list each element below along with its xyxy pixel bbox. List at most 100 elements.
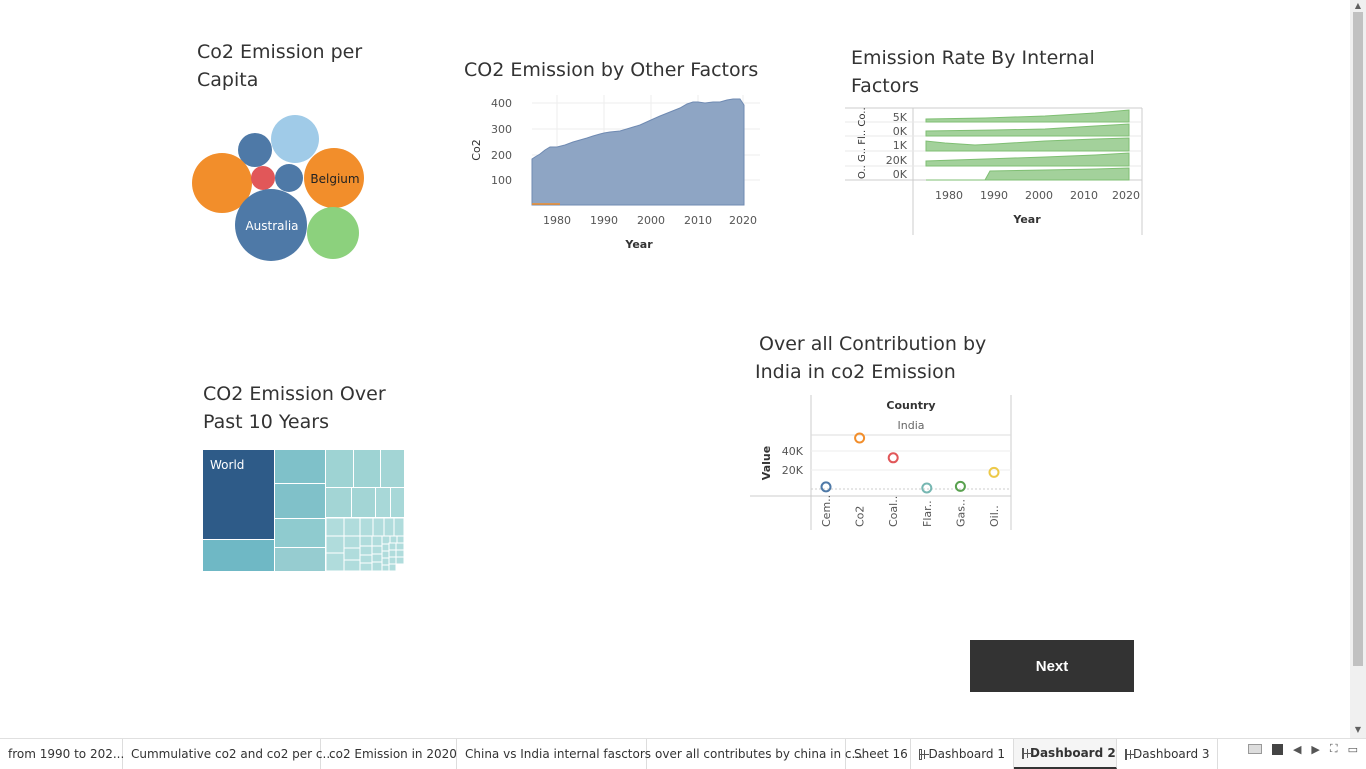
- tab-china-india[interactable]: China vs India internal fasctors: [457, 739, 651, 769]
- treemap-cell: [395, 542, 404, 551]
- treemap-cell: [388, 563, 397, 571]
- past10-treemap[interactable]: World: [203, 450, 404, 571]
- category-label: Coal..: [887, 496, 900, 527]
- sheet-tab-bar: from 1990 to 202... Cummulative co2 and …: [0, 738, 1366, 769]
- tab-dashboard-1[interactable]: Dashboard 1: [911, 739, 1014, 769]
- tab-sheet-16[interactable]: Sheet 16: [846, 739, 911, 769]
- tab-view-icon[interactable]: [1271, 743, 1283, 755]
- bubble: [251, 166, 275, 190]
- per-capita-bubble-chart[interactable]: Belgium Australia: [190, 110, 370, 270]
- treemap-cell: [395, 556, 404, 565]
- treemap-cell: [275, 519, 325, 547]
- treemap-label-world: World: [210, 458, 244, 472]
- other-factors-area-chart[interactable]: 400 300 200 100 Co2 1980 1990 2000 2010 …: [465, 90, 765, 260]
- treemap-cell: [352, 488, 375, 517]
- treemap-cell: [343, 535, 361, 549]
- tab-label: from 1990 to 202...: [8, 747, 125, 761]
- category-label: Oil..: [988, 505, 1001, 527]
- y-tick: 300: [491, 123, 512, 136]
- filmstrip-icon[interactable]: [1247, 744, 1262, 754]
- tab-sheet-1990-2020[interactable]: from 1990 to 202...: [0, 739, 125, 769]
- data-point[interactable]: [820, 481, 832, 493]
- per-capita-title: Co2 Emission per Capita: [197, 41, 363, 91]
- area-row: [925, 123, 1130, 137]
- y-tick: 200: [491, 149, 512, 162]
- tab-dashboard-3[interactable]: Dashboard 3: [1117, 739, 1218, 769]
- category-label: Gas..: [954, 499, 967, 527]
- bubble: [271, 115, 319, 163]
- next-tab-icon[interactable]: ▶: [1311, 743, 1319, 756]
- vertical-scrollbar[interactable]: ▲ ▼: [1350, 0, 1366, 738]
- row-label: 5K: [893, 111, 908, 124]
- treemap-cell: [371, 535, 383, 547]
- treemap-cell: [326, 450, 353, 487]
- row-header-label: O.. G.. Fl.. Co.. Ce..: [857, 105, 868, 179]
- data-point[interactable]: [988, 466, 1000, 478]
- internal-factors-chart[interactable]: 5K 0K 1K 20K 0K O.. G.. Fl.. Co.. Ce.. 1…: [845, 105, 1150, 240]
- scrollbar-thumb[interactable]: [1353, 12, 1363, 666]
- treemap-cell: [372, 517, 385, 537]
- tab-contributes-china[interactable]: over all contributes by china in c...: [647, 739, 863, 769]
- data-point[interactable]: [954, 480, 966, 492]
- area-row: [925, 109, 1130, 123]
- presentation-icon[interactable]: ▭: [1348, 743, 1358, 756]
- treemap-cell: [381, 550, 390, 559]
- tab-label: Dashboard 3: [1133, 747, 1210, 761]
- tab-label: Dashboard 2: [1030, 746, 1116, 760]
- x-tick: 2000: [637, 214, 665, 227]
- x-axis-label: Year: [1012, 213, 1041, 226]
- row-label: 1K: [893, 139, 908, 152]
- next-button[interactable]: Next: [970, 640, 1134, 692]
- area-row: [926, 167, 1130, 181]
- tab-cummulative[interactable]: Cummulative co2 and co2 per c...: [123, 739, 334, 769]
- x-tick: 2020: [729, 214, 757, 227]
- category-label: Co2: [854, 506, 867, 527]
- treemap-cell: [371, 545, 383, 555]
- tab-label: China vs India internal fasctors: [465, 747, 652, 761]
- tab-co2-2020[interactable]: co2 Emission in 2020: [321, 739, 457, 769]
- treemap-cell: [275, 450, 325, 483]
- india-contribution-chart[interactable]: Country India Value 40K 20K Cem.. Co2 Coal…: [750, 393, 1015, 533]
- india-title: Over all Contribution by India in co2 Em…: [755, 333, 987, 383]
- treemap-cell: [376, 488, 390, 517]
- tab-label: Cummulative co2 and co2 per c...: [131, 747, 334, 761]
- area-row: [925, 137, 1130, 152]
- treemap-cell: [203, 540, 274, 571]
- treemap-cell: [389, 535, 398, 544]
- data-point[interactable]: [921, 482, 933, 494]
- tab-label: co2 Emission in 2020: [329, 747, 457, 761]
- treemap-cell: [395, 549, 404, 558]
- x-tick: 2010: [684, 214, 712, 227]
- tab-dashboard-2[interactable]: Dashboard 2: [1014, 739, 1117, 769]
- dashboard-icon: [919, 748, 931, 760]
- other-factors-title: CO2 Emission by Other Factors: [464, 59, 759, 81]
- treemap-cell: [343, 547, 361, 561]
- prev-tab-icon[interactable]: ◀: [1293, 743, 1301, 756]
- scroll-down-arrow-icon[interactable]: ▼: [1350, 724, 1366, 736]
- treemap-cell: [359, 535, 373, 547]
- country-label: India: [898, 419, 925, 432]
- bubble: [275, 164, 303, 192]
- treemap-cell: [326, 488, 351, 517]
- internal-factors-title: Emission Rate By Internal Factors: [851, 47, 1095, 97]
- fullscreen-icon[interactable]: ⛶: [1330, 742, 1338, 756]
- area-row: [925, 152, 1130, 167]
- tab-controls: ◀ ▶ ⛶ ▭: [1247, 742, 1358, 756]
- data-point[interactable]: [887, 452, 899, 464]
- x-tick: 1990: [590, 214, 618, 227]
- treemap-cell: [396, 535, 404, 544]
- treemap-cell: [354, 450, 380, 487]
- treemap-cell: [381, 450, 404, 487]
- row-label: 0K: [893, 125, 908, 138]
- tab-label: Dashboard 1: [928, 747, 1005, 761]
- row-label: 20K: [886, 154, 908, 167]
- x-tick: 1980: [543, 214, 571, 227]
- y-axis-label: Co2: [470, 139, 483, 160]
- treemap-cell: [393, 517, 404, 537]
- y-tick: 100: [491, 174, 512, 187]
- scroll-up-arrow-icon[interactable]: ▲: [1350, 0, 1366, 12]
- treemap-cell: [388, 549, 397, 558]
- treemap-cell: [391, 488, 404, 517]
- x-tick: 1980: [935, 189, 963, 202]
- treemap-cell: [275, 484, 325, 518]
